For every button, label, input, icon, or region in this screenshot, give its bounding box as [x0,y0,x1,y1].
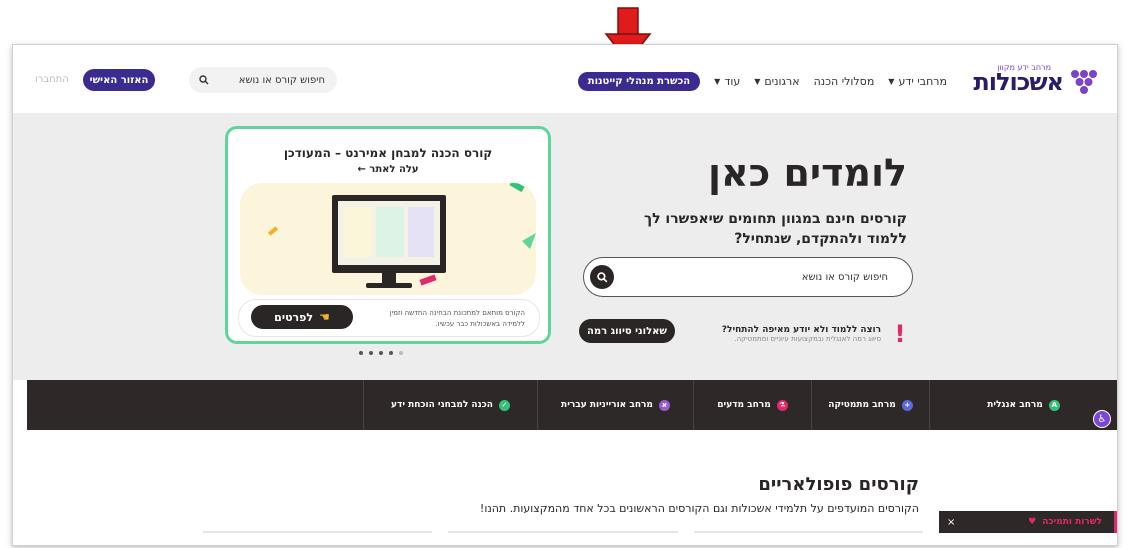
help-description: סיווג רמה לאנגלית ובמקצועות עיוניים ומתמ… [734,335,881,343]
accessibility-icon[interactable]: ♿ [1093,410,1111,428]
support-label: לשרות ותמיכה ♥ [1028,517,1102,527]
nav-item-prep-tracks[interactable]: מסלולי הכנה [814,75,875,88]
hebrew-icon: א [658,399,670,411]
chevron-down-icon: ▼ [714,77,721,86]
close-icon[interactable]: × [947,517,955,528]
personal-area-button[interactable]: האזור האישי [83,69,155,91]
promo-card[interactable]: קורס הכנה למבחן אמירנט – המעודכן עלה לאת… [225,126,551,344]
promo-card-link[interactable]: עלה לאתר ← [228,164,548,175]
search-icon[interactable] [199,75,209,85]
header-search-input[interactable] [223,73,327,87]
carousel-dots [359,351,403,355]
popular-courses-subtitle: הקורסים המועדפים על תלמידי אשכולות וגם ה… [479,502,919,515]
category-science[interactable]: ⚗ מרחב מדעים [693,380,811,430]
support-widget[interactable]: לשרות ותמיכה ♥ × [939,511,1117,533]
logo-tagline: מרחב ידע מקוון [997,63,1051,72]
hand-pointer-icon: ☚ [319,310,330,324]
level-help-box: ! רוצה ללמוד ולא יודע מאיפה להתחיל? סיוו… [681,319,911,349]
chevron-down-icon: ▼ [888,77,895,86]
course-card[interactable] [693,531,923,545]
category-knowledge-exams[interactable]: ✓ הכנה למבחני הוכחת ידע [363,380,537,430]
promo-card-footer: הקורס מותאם למתכונת הבחינה החדשה וזמין ל… [238,299,540,337]
nav-item-organizations[interactable]: ארגונים ▼ [754,75,799,88]
exclamation-icon: ! [894,320,906,348]
help-question: רוצה ללמוד ולא יודע מאיפה להתחיל? [721,325,881,335]
math-icon: + [901,399,913,411]
nav-item-more[interactable]: עוד ▼ [714,75,740,88]
level-questionnaires-button[interactable]: שאלוני סיווג רמה [579,319,675,343]
grapes-logo-icon [1071,70,1097,94]
header-search [189,67,337,93]
promo-card-description: הקורס מותאם למתכונת הבחינה החדשה וזמין ל… [389,309,525,328]
carousel-dot[interactable] [369,351,373,355]
site-header: מרחב ידע מקוון אשכולות מרחבי ידע ▼ מסלולי… [13,45,1117,113]
search-button[interactable] [590,265,614,289]
english-icon: A [1048,399,1060,411]
carousel-dot[interactable] [379,351,383,355]
carousel-dot[interactable] [359,351,363,355]
login-link[interactable]: התחברו [35,74,69,85]
hero-subtitle: קורסים חינם במגוון תחומים שיאפשרו לך ללמ… [643,211,907,247]
knowledge-spaces-bar: A מרחב אנגלית + מרחב מתמטיקה ⚗ מרחב מדעי… [27,380,1117,430]
hero-title: לומדים כאן [708,151,907,195]
hero-search-input[interactable] [636,270,890,284]
promo-card-illustration [240,183,536,295]
category-math[interactable]: + מרחב מתמטיקה [811,380,929,430]
details-button[interactable]: לפרטים ☚ [251,305,353,329]
carousel-dot[interactable] [389,351,393,355]
carousel-dot[interactable] [399,351,403,355]
course-cards-row [203,531,923,545]
course-card[interactable] [203,531,433,545]
exam-icon: ✓ [498,399,510,411]
logo-name: אשכולות [973,68,1064,96]
popular-courses-title: קורסים פופולאריים [758,474,919,495]
category-english[interactable]: A מרחב אנגלית [929,380,1117,430]
chevron-down-icon: ▼ [754,77,761,86]
search-icon [596,271,607,282]
hero-section: לומדים כאן קורסים חינם במגוון תחומים שיא… [13,113,1117,380]
chat-icon: ♥ [1028,517,1037,527]
site-logo[interactable]: מרחב ידע מקוון אשכולות [973,63,1099,99]
browser-page: מרחב ידע מקוון אשכולות מרחבי ידע ▼ מסלולי… [12,44,1118,546]
category-hebrew[interactable]: א מרחב אורייניות עברית [537,380,693,430]
science-icon: ⚗ [776,399,788,411]
camp-managers-training-button[interactable]: הכשרת מנהלי קייטנות [577,72,701,91]
promo-card-title: קורס הכנה למבחן אמירנט – המעודכן [283,146,493,160]
course-card[interactable] [448,531,678,545]
hero-search [583,257,913,297]
computer-monitor-illustration [267,183,536,288]
main-nav: מרחבי ידע ▼ מסלולי הכנה ארגונים ▼ עוד ▼ הכש… [577,72,947,91]
nav-item-knowledge-spaces[interactable]: מרחבי ידע ▼ [888,75,947,88]
